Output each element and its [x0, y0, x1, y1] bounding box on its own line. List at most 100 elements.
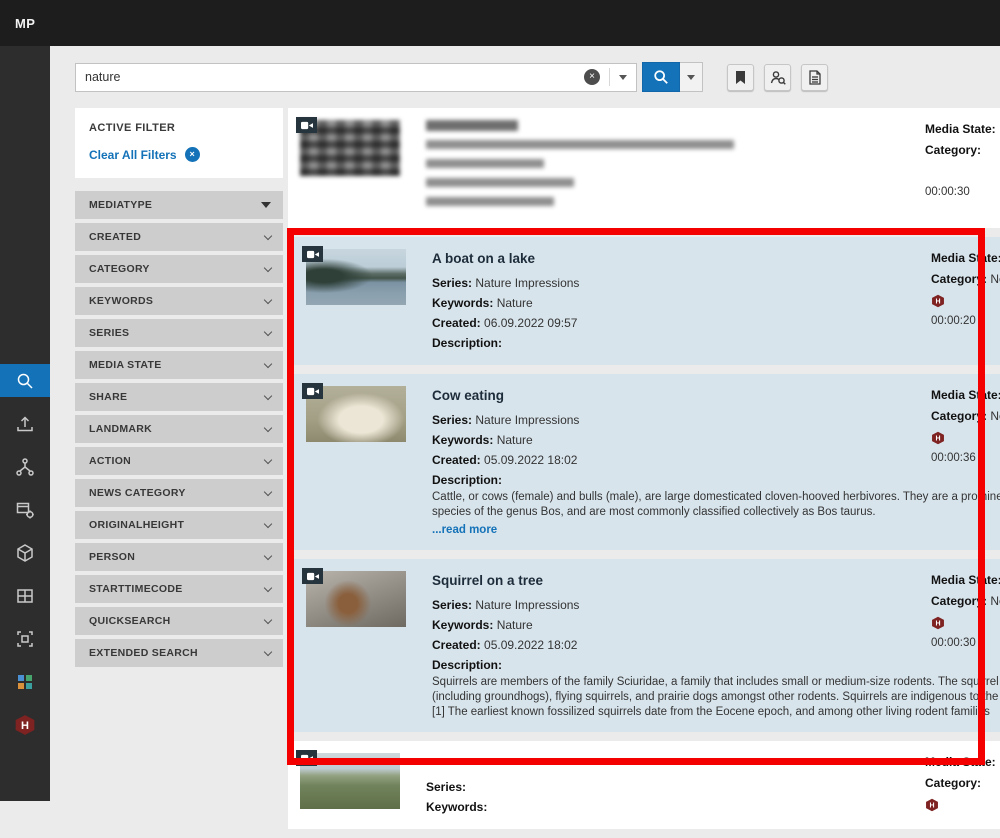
read-more-link[interactable]: ...read more — [432, 523, 1000, 538]
filter-group-category[interactable]: CATEGORY — [75, 255, 283, 283]
result-card-squirrel-on-a-tree[interactable]: Squirrel on a tree Series: Nature Impress… — [288, 559, 1000, 732]
filter-group-action[interactable]: ACTION — [75, 447, 283, 475]
filter-group-share[interactable]: SHARE — [75, 383, 283, 411]
filter-group-news-category[interactable]: NEWS CATEGORY — [75, 479, 283, 507]
description-line-label: Description: — [432, 655, 1000, 675]
chevron-down-icon — [264, 647, 272, 655]
keywords-label: Keywords: — [426, 800, 487, 814]
created-line: Created: 05.09.2022 18:02 — [432, 635, 1000, 655]
app-brand: MP — [15, 16, 35, 31]
series-line: Series: Nature Impressions — [432, 595, 1000, 615]
category-label: Category: — [931, 409, 987, 423]
filter-group-person[interactable]: PERSON — [75, 543, 283, 571]
filter-group-series[interactable]: SERIES — [75, 319, 283, 347]
description-line-label: Description: — [432, 333, 1000, 353]
result-thumbnail[interactable] — [306, 249, 406, 353]
broadcaster-logo-icon: H — [931, 290, 1000, 311]
apps-mosaic-icon — [15, 672, 35, 692]
filter-group-mediatype[interactable]: MEDIATYPE — [75, 191, 283, 219]
filter-group-label: EXTENDED SEARCH — [89, 647, 265, 659]
result-card-partial[interactable]: Series: Keywords: Media State:Category: … — [288, 741, 1000, 829]
result-thumbnail[interactable] — [300, 120, 400, 216]
filter-group-starttimecode[interactable]: STARTTIMECODE — [75, 575, 283, 603]
category-value: Ne — [990, 594, 1000, 608]
created-value: 05.09.2022 18:02 — [484, 638, 577, 652]
chevron-down-icon — [264, 391, 272, 399]
sidebar-workflow-button[interactable] — [0, 450, 50, 483]
category-label: Category: — [925, 776, 981, 790]
video-camera-badge-icon — [302, 568, 323, 584]
video-camera-badge-icon — [296, 117, 317, 133]
svg-text:H: H — [929, 802, 934, 809]
svg-text:H: H — [935, 435, 940, 442]
result-title: Squirrel on a tree — [432, 571, 1000, 591]
upload-icon — [15, 414, 35, 434]
series-line: Series: Nature Impressions — [432, 273, 1000, 293]
result-thumbnail[interactable] — [306, 571, 406, 720]
bookmark-button[interactable] — [727, 64, 754, 91]
duration-value: 00:00:30 — [931, 633, 1000, 654]
description-text-line: species of the genus Bos, and are most c… — [432, 505, 1000, 520]
clear-all-filters-link[interactable]: Clear All Filters × — [89, 147, 269, 162]
media-state-line: Media State: — [925, 119, 1000, 140]
broadcaster-logo-icon: H — [931, 427, 1000, 448]
user-search-button[interactable] — [764, 64, 791, 91]
filter-group-quicksearch[interactable]: QUICKSEARCH — [75, 607, 283, 635]
filter-group-originalheight[interactable]: ORIGINALHEIGHT — [75, 511, 283, 539]
sidebar-search-button[interactable] — [0, 364, 50, 397]
created-value: 06.09.2022 09:57 — [484, 316, 577, 330]
created-line: Created: 06.09.2022 09:57 — [432, 313, 1000, 333]
category-value: Ne — [990, 409, 1000, 423]
duration-value: 00:00:30 — [925, 182, 1000, 203]
chevron-down-icon — [264, 455, 272, 463]
filter-group-keywords[interactable]: KEYWORDS — [75, 287, 283, 315]
search-options-caret-button[interactable] — [680, 62, 703, 92]
media-state-line: Media State: — [931, 248, 1000, 269]
sidebar-storyboard-button[interactable] — [0, 579, 50, 612]
category-value: Ne — [990, 272, 1000, 286]
result-card-cow-eating[interactable]: Cow eatingSeries: Nature ImpressionsKeyw… — [288, 374, 1000, 550]
category-label: Category: — [931, 272, 987, 286]
result-card-redacted[interactable]: Media State:Category: 00:00:30 — [288, 108, 1000, 228]
active-filter-title: ACTIVE FILTER — [89, 122, 269, 134]
search-button[interactable] — [642, 62, 680, 92]
sidebar-brand-hexagon-button[interactable]: H — [0, 708, 50, 741]
category-line: Category: Ne — [931, 591, 1000, 612]
filter-group-label: MEDIA STATE — [89, 359, 265, 371]
sidebar-apps-mosaic-button[interactable] — [0, 665, 50, 698]
category-line: Category: — [925, 140, 1000, 161]
filter-group-label: MEDIATYPE — [89, 199, 261, 211]
created-label: Created: — [432, 453, 481, 467]
created-line: Created: 05.09.2022 18:02 — [432, 450, 1000, 470]
sidebar-media-gear-button[interactable] — [0, 493, 50, 526]
card-text: Squirrel on a tree Series: Nature Impress… — [432, 571, 1000, 720]
filter-group-landmark[interactable]: LANDMARK — [75, 415, 283, 443]
video-camera-badge-icon — [302, 383, 323, 399]
filter-group-created[interactable]: CREATED — [75, 223, 283, 251]
series-label: Series: — [432, 413, 472, 427]
document-button[interactable] — [801, 64, 828, 91]
clear-search-icon[interactable]: × — [584, 69, 600, 85]
search-suggestions-caret-icon[interactable] — [609, 68, 627, 86]
chevron-down-icon — [264, 519, 272, 527]
media-state-label: Media State: — [931, 388, 1000, 402]
sidebar-cube-button[interactable] — [0, 536, 50, 569]
filter-group-media-state[interactable]: MEDIA STATE — [75, 351, 283, 379]
description-text-line: [1] The earliest known fossilized squirr… — [432, 705, 1000, 720]
media-state-line: Media State: — [931, 570, 1000, 591]
top-bar: MP — [0, 0, 1000, 46]
sidebar-upload-button[interactable] — [0, 407, 50, 440]
redacted-line — [426, 140, 734, 149]
duration-value: 00:00:20 — [931, 311, 1000, 332]
result-thumbnail[interactable] — [300, 753, 400, 817]
bookmark-icon — [734, 70, 747, 85]
result-thumbnail[interactable] — [306, 386, 406, 538]
result-card-a-boat-on-a-lake[interactable]: A boat on a lakeSeries: Nature Impressio… — [288, 237, 1000, 365]
card-text: Cow eatingSeries: Nature ImpressionsKeyw… — [432, 386, 1000, 538]
search-input[interactable] — [85, 70, 584, 84]
storyboard-icon — [15, 586, 35, 606]
main-area: × ACTIVE FILTER — [50, 46, 1000, 801]
sidebar-qr-scan-button[interactable] — [0, 622, 50, 655]
filter-group-extended-search[interactable]: EXTENDED SEARCH — [75, 639, 283, 667]
series-label: Series: — [432, 598, 472, 612]
